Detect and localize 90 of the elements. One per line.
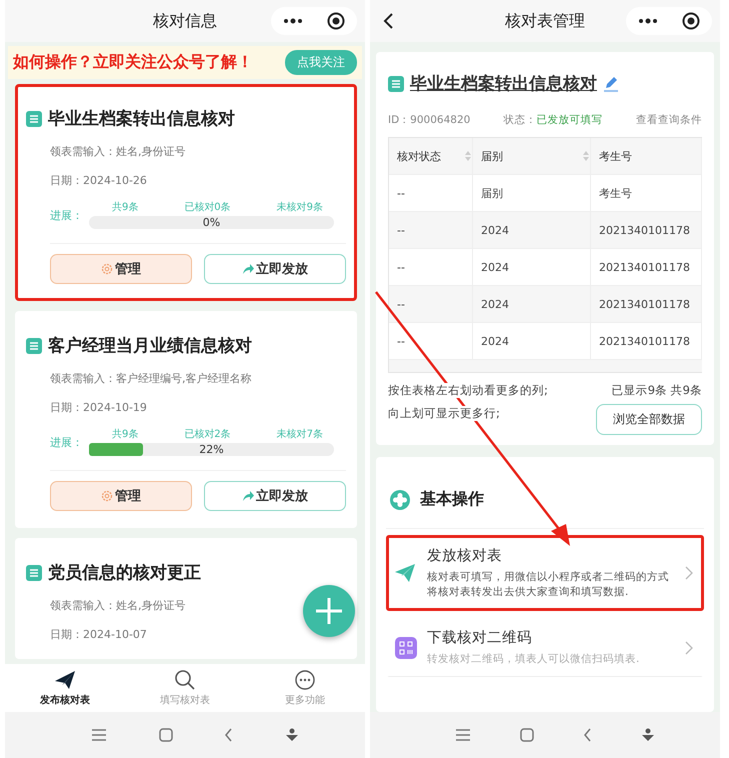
card-title: 毕业生档案转出信息核对 <box>48 108 235 130</box>
progress-label: 进展： <box>50 208 83 224</box>
hint-text: 按住表格左右划动看更多的列; <box>388 383 548 398</box>
gear-icon <box>101 490 113 502</box>
checked-count: 已核对2条 <box>184 428 231 441</box>
column-header[interactable]: 核对状态 <box>389 138 473 174</box>
table-cell: 2021340101178 <box>591 286 702 322</box>
item-description: 转发核对二维码，填表人可以微信扫码填表. <box>427 652 640 668</box>
paper-plane-icon <box>395 562 417 584</box>
page-title: 核对信息 <box>153 10 217 32</box>
total-count: 共9条 <box>112 428 138 441</box>
card-title: 客户经理当月业绩信息核对 <box>48 335 252 357</box>
table-cell: 2024 <box>473 286 591 322</box>
manage-button[interactable]: 管理 <box>50 481 192 511</box>
record-id: ID：900064820 <box>388 113 470 127</box>
progress-percent: 0% <box>202 216 222 229</box>
share-icon <box>242 263 254 275</box>
table-cell: 2024 <box>473 212 591 248</box>
chevron-icon <box>685 566 693 580</box>
browse-all-button[interactable]: 浏览全部数据 <box>596 404 702 435</box>
list-icon <box>388 76 404 92</box>
column-header[interactable]: 届别 <box>473 138 591 174</box>
record-title[interactable]: 毕业生档案转出信息核对 <box>410 72 597 95</box>
form-card[interactable]: 客户经理当月业绩信息核对 领表需输入：客户经理编号,客户经理名称 日期：2024-10-19 进展： 共9条 已核对2条 未核对7条 22% 管理 立即发放 <box>15 311 357 528</box>
fields-text: 领表需输入：姓名,身份证号 <box>50 598 186 613</box>
table-cell: 考生号 <box>591 175 702 211</box>
table-cell: -- <box>389 175 473 211</box>
pencil-icon[interactable] <box>603 76 619 92</box>
progress-percent: 22% <box>198 443 225 456</box>
table-cell: -- <box>389 286 473 322</box>
nav-tab[interactable]: 发布核对表 <box>5 664 125 712</box>
table-cell: 2021340101178 <box>591 249 702 285</box>
home-icon[interactable] <box>158 728 173 742</box>
table-cell: 2024 <box>473 249 591 285</box>
menu-icon[interactable] <box>454 728 471 742</box>
more-icon[interactable] <box>283 17 303 25</box>
back-icon[interactable] <box>382 12 394 30</box>
date-text: 日期：2024-10-07 <box>50 627 148 642</box>
flower-icon <box>390 490 410 510</box>
table-cell: -- <box>389 323 473 359</box>
column-header[interactable]: 考生号 <box>591 138 702 174</box>
section-title: 基本操作 <box>420 489 484 510</box>
plus-icon <box>314 596 344 626</box>
operation-item[interactable]: 下载核对二维码 转发核对二维码，填表人可以微信扫码填表. <box>386 617 704 677</box>
item-description: 核对表可填写，用微信以小程序或者二维码的方式将核对表转发出去供大家查询和填写数据. <box>427 570 670 600</box>
table-cell: 届别 <box>473 175 591 211</box>
record-icon[interactable] <box>327 12 345 30</box>
list-icon <box>26 338 42 354</box>
home-icon[interactable] <box>520 728 534 742</box>
date-text: 日期：2024-10-19 <box>50 400 148 415</box>
chevron-icon <box>685 641 693 656</box>
unchecked-count: 未核对9条 <box>276 200 323 214</box>
record-icon[interactable] <box>682 12 700 30</box>
gear-icon <box>101 263 113 275</box>
publish-button[interactable]: 立即发放 <box>204 481 346 511</box>
status-text: 状态：已发放可填写 <box>504 113 603 127</box>
form-card[interactable]: 党员信息的核对更正 领表需输入：姓名,身份证号 日期：2024-10-07 <box>15 538 357 659</box>
date-text: 日期：2024-10-26 <box>50 173 148 188</box>
more-icon <box>294 669 316 691</box>
total-count: 共9条 <box>112 200 138 214</box>
table-cell: 2024 <box>473 323 591 359</box>
item-title: 下载核对二维码 <box>427 628 533 648</box>
checked-count: 已核对0条 <box>184 200 231 214</box>
search-icon <box>174 669 196 691</box>
menu-icon[interactable] <box>90 728 107 742</box>
manage-button[interactable]: 管理 <box>50 254 192 284</box>
unchecked-count: 未核对7条 <box>276 428 323 441</box>
item-title: 发放核对表 <box>427 547 503 565</box>
progress-label: 进展： <box>50 435 83 451</box>
form-card[interactable]: 毕业生档案转出信息核对 领表需输入：姓名,身份证号 日期：2024-10-26 进展： 共9条 已核对0条 未核对9条 0% 管理 立即发放 <box>15 84 357 301</box>
fields-text: 领表需输入：客户经理编号,客户经理名称 <box>50 371 252 386</box>
card-title: 党员信息的核对更正 <box>48 562 201 584</box>
page-title: 核对表管理 <box>505 10 585 32</box>
table-cell: -- <box>389 212 473 248</box>
paper-plane-icon <box>54 669 76 691</box>
publish-button[interactable]: 立即发放 <box>204 254 346 284</box>
share-icon <box>242 490 254 502</box>
query-link[interactable]: 查看查询条件 <box>636 113 702 127</box>
operation-item[interactable]: 发放核对表 核对表可填写，用微信以小程序或者二维码的方式将核对表转发出去供大家查询和填写数据. <box>386 535 704 612</box>
table-cell: -- <box>389 249 473 285</box>
record-count: 已显示9条 共9条 <box>612 383 702 398</box>
more-icon[interactable] <box>638 17 658 25</box>
hint-text: 向上划可显示更多行; <box>388 406 500 421</box>
table-cell: 2021340101178 <box>591 212 702 248</box>
qr-code-icon <box>395 637 417 660</box>
table-cell: 2021340101178 <box>591 323 702 359</box>
list-icon <box>26 564 42 580</box>
fields-text: 领表需输入：姓名,身份证号 <box>50 144 186 159</box>
list-icon <box>26 110 42 126</box>
notice-text: 如何操作？立即关注公众号了解！ <box>13 52 253 73</box>
